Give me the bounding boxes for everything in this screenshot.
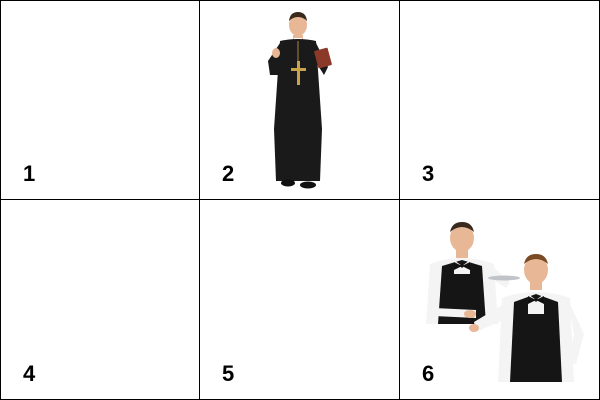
- panel-2[interactable]: 2: [200, 0, 400, 200]
- panel-number: 2: [222, 161, 235, 186]
- panel-number: 3: [422, 161, 435, 186]
- panel-6[interactable]: 6: [400, 200, 600, 400]
- panel-5[interactable]: 5: [200, 200, 400, 400]
- priest-image: [268, 12, 332, 189]
- panel-number: 1: [23, 161, 36, 186]
- image-grid: 1 2 3 4 5 6: [0, 0, 600, 400]
- panel-number: 4: [23, 361, 36, 386]
- panel-1[interactable]: 1: [0, 0, 200, 200]
- panel-number: 6: [422, 361, 435, 386]
- waiters-image: [426, 222, 584, 382]
- panel-number: 5: [222, 361, 235, 386]
- panel-4[interactable]: 4: [0, 200, 200, 400]
- panel-3[interactable]: 3: [400, 0, 600, 200]
